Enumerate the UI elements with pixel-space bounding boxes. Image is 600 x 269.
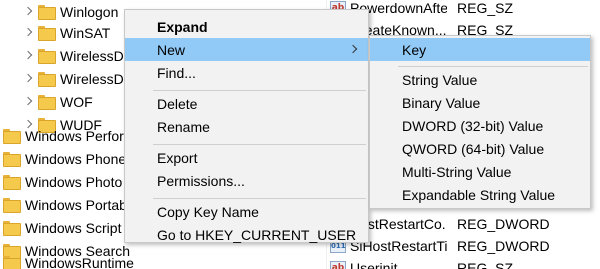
value-row[interactable]: ab PowerdownAfter... REG_SZ	[330, 0, 600, 19]
value-type: REG_DWORD	[457, 216, 550, 232]
menu-separator	[153, 144, 366, 145]
submenu-item-multi-string-value[interactable]: Multi-String Value	[370, 160, 590, 183]
menu-item-expand[interactable]: Expand	[125, 15, 368, 38]
menu-item-permissions[interactable]: Permissions...	[125, 169, 368, 192]
folder-icon	[3, 221, 21, 236]
value-type: REG_SZ	[457, 0, 514, 16]
chevron-right-icon[interactable]	[24, 51, 34, 61]
tree-item-label: Winlogon	[60, 3, 119, 20]
folder-icon	[38, 72, 56, 87]
menu-item-export[interactable]: Export	[125, 146, 368, 169]
folder-icon	[3, 256, 21, 269]
value-row[interactable]: 011 SiHostRestartTi... REG_DWORD	[330, 235, 600, 257]
context-menu: Expand New Find... Delete Rename Export …	[124, 9, 369, 243]
menu-separator	[153, 90, 366, 91]
folder-icon	[3, 175, 21, 190]
chevron-right-icon	[348, 44, 358, 54]
chevron-right-icon[interactable]	[24, 74, 34, 84]
folder-icon	[38, 26, 56, 41]
submenu-item-dword-value[interactable]: DWORD (32-bit) Value	[370, 114, 590, 137]
value-type: REG_SZ	[457, 260, 514, 269]
folder-icon	[38, 95, 56, 110]
tree-item-label: WOF	[60, 93, 93, 110]
tree-item-label: Windows Portabl	[25, 196, 131, 213]
chevron-right-icon[interactable]	[24, 28, 34, 38]
tree-item-label: Windows Phone	[25, 150, 127, 167]
value-row[interactable]: ab Userinit REG_SZ	[330, 257, 600, 269]
submenu-item-qword-value[interactable]: QWORD (64-bit) Value	[370, 137, 590, 160]
value-type: REG_DWORD	[457, 238, 550, 254]
menu-item-delete[interactable]: Delete	[125, 92, 368, 115]
value-row[interactable]: 011 HostRestartCo... REG_DWORD	[330, 213, 600, 235]
menu-item-go-to-hkcu[interactable]: Go to HKEY_CURRENT_USER	[125, 223, 368, 246]
string-value-icon: ab	[330, 261, 346, 269]
menu-item-copy-key-name[interactable]: Copy Key Name	[125, 200, 368, 223]
chevron-right-icon[interactable]	[24, 97, 34, 107]
tree-item-windowsruntime[interactable]: WindowsRuntime	[0, 251, 322, 269]
folder-icon	[3, 129, 21, 144]
menu-item-new[interactable]: New	[125, 38, 368, 61]
tree-item-label: Windows Script H	[25, 219, 136, 236]
menu-separator	[153, 198, 366, 199]
tree-item-label: WindowsRuntime	[25, 254, 134, 269]
folder-icon	[38, 5, 56, 20]
tree-item-label: Windows Perform	[25, 127, 136, 144]
menu-item-find[interactable]: Find...	[125, 61, 368, 84]
tree-item-label: WirelessDi	[60, 47, 127, 64]
tree-item-label: Windows Photo V	[25, 173, 136, 190]
menu-item-label: New	[157, 41, 186, 58]
tree-item-label: WirelessDe	[60, 70, 132, 87]
tree-item-label: WinSAT	[60, 24, 111, 41]
submenu-item-key[interactable]: Key	[370, 38, 590, 61]
menu-item-rename[interactable]: Rename	[125, 115, 368, 138]
chevron-right-icon[interactable]	[24, 7, 34, 17]
submenu-item-binary-value[interactable]: Binary Value	[370, 91, 590, 114]
folder-icon	[3, 152, 21, 167]
menu-separator	[398, 66, 588, 67]
submenu-item-expandable-string-value[interactable]: Expandable String Value	[370, 183, 590, 206]
new-submenu: Key String Value Binary Value DWORD (32-…	[369, 35, 591, 209]
submenu-item-string-value[interactable]: String Value	[370, 68, 590, 91]
folder-icon	[3, 198, 21, 213]
value-name: Userinit	[350, 260, 398, 269]
folder-icon	[38, 49, 56, 64]
